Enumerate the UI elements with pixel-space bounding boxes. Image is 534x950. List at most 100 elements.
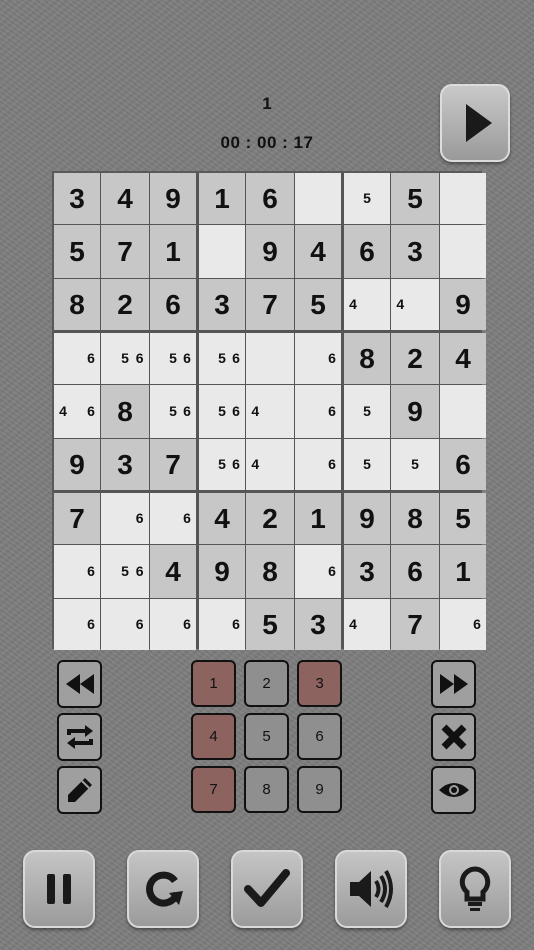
sudoku-cell-candidates[interactable]: 46 <box>54 385 100 438</box>
erase-button[interactable] <box>431 713 476 761</box>
sudoku-cell-candidates[interactable]: 5 <box>344 385 390 438</box>
sudoku-cell-candidates[interactable]: 6 <box>101 599 149 650</box>
pencil-button[interactable] <box>57 766 102 814</box>
number-button-2[interactable]: 2 <box>244 660 289 707</box>
sudoku-cell-given[interactable]: 5 <box>54 225 100 278</box>
sudoku-cell-given[interactable]: 1 <box>199 173 245 224</box>
swap-button[interactable] <box>57 713 102 761</box>
sudoku-cell-given[interactable]: 1 <box>295 493 341 544</box>
number-button-8[interactable]: 8 <box>244 766 289 813</box>
sudoku-cell-given[interactable]: 1 <box>440 545 486 598</box>
sudoku-cell-given[interactable]: 7 <box>391 599 439 650</box>
sudoku-cell-given[interactable]: 5 <box>391 173 439 224</box>
sudoku-cell-candidates[interactable]: 4 <box>344 279 390 330</box>
sudoku-cell-given[interactable]: 9 <box>440 279 486 330</box>
sudoku-cell-candidates[interactable]: 56 <box>199 333 245 384</box>
sudoku-cell-given[interactable]: 9 <box>391 385 439 438</box>
sudoku-cell-candidates[interactable] <box>295 173 341 224</box>
sudoku-cell-given[interactable]: 9 <box>344 493 390 544</box>
sudoku-cell-given[interactable]: 9 <box>150 173 196 224</box>
sudoku-cell-given[interactable]: 3 <box>344 545 390 598</box>
sudoku-cell-given[interactable]: 2 <box>391 333 439 384</box>
sudoku-cell-candidates[interactable]: 6 <box>150 493 196 544</box>
sudoku-cell-given[interactable]: 5 <box>440 493 486 544</box>
sudoku-cell-given[interactable]: 9 <box>54 439 100 490</box>
sudoku-cell-candidates[interactable]: 6 <box>295 545 341 598</box>
sudoku-cell-given[interactable]: 8 <box>344 333 390 384</box>
sudoku-cell-given[interactable]: 4 <box>150 545 196 598</box>
sudoku-cell-given[interactable]: 6 <box>150 279 196 330</box>
next-puzzle-button[interactable] <box>440 84 510 162</box>
sudoku-cell-candidates[interactable]: 4 <box>246 385 294 438</box>
number-button-4[interactable]: 4 <box>191 713 236 760</box>
sudoku-cell-candidates[interactable]: 56 <box>101 333 149 384</box>
sudoku-cell-candidates[interactable] <box>246 333 294 384</box>
sudoku-cell-given[interactable]: 1 <box>150 225 196 278</box>
sudoku-cell-candidates[interactable] <box>440 225 486 278</box>
fast-forward-button[interactable] <box>431 660 476 708</box>
sudoku-cell-given[interactable]: 3 <box>295 599 341 650</box>
number-button-3[interactable]: 3 <box>297 660 342 707</box>
sudoku-cell-given[interactable]: 4 <box>101 173 149 224</box>
sudoku-cell-candidates[interactable]: 56 <box>199 439 245 490</box>
restart-button[interactable] <box>127 850 199 928</box>
sudoku-cell-given[interactable]: 9 <box>199 545 245 598</box>
sudoku-cell-candidates[interactable]: 6 <box>295 333 341 384</box>
sudoku-cell-given[interactable]: 6 <box>440 439 486 490</box>
sudoku-cell-given[interactable]: 6 <box>246 173 294 224</box>
sudoku-cell-given[interactable]: 7 <box>246 279 294 330</box>
sudoku-cell-given[interactable]: 6 <box>391 545 439 598</box>
sudoku-cell-candidates[interactable]: 6 <box>54 333 100 384</box>
pause-button[interactable] <box>23 850 95 928</box>
sudoku-cell-candidates[interactable] <box>440 385 486 438</box>
sudoku-cell-given[interactable]: 3 <box>54 173 100 224</box>
sudoku-cell-candidates[interactable]: 5 <box>344 439 390 490</box>
sudoku-cell-candidates[interactable]: 6 <box>101 493 149 544</box>
sudoku-cell-given[interactable]: 4 <box>295 225 341 278</box>
sudoku-cell-given[interactable]: 8 <box>54 279 100 330</box>
sudoku-cell-candidates[interactable]: 4 <box>391 279 439 330</box>
sudoku-cell-candidates[interactable] <box>440 173 486 224</box>
sudoku-cell-given[interactable]: 3 <box>391 225 439 278</box>
hint-button[interactable] <box>439 850 511 928</box>
sudoku-cell-candidates[interactable]: 6 <box>295 385 341 438</box>
sudoku-cell-candidates[interactable]: 6 <box>54 599 100 650</box>
sudoku-cell-given[interactable]: 3 <box>199 279 245 330</box>
sudoku-cell-candidates[interactable]: 56 <box>101 545 149 598</box>
sudoku-cell-candidates[interactable]: 6 <box>199 599 245 650</box>
sudoku-cell-given[interactable]: 4 <box>440 333 486 384</box>
sudoku-cell-candidates[interactable]: 6 <box>295 439 341 490</box>
sudoku-cell-given[interactable]: 6 <box>344 225 390 278</box>
reveal-button[interactable] <box>431 766 476 814</box>
sudoku-cell-candidates[interactable]: 56 <box>150 333 196 384</box>
number-button-1[interactable]: 1 <box>191 660 236 707</box>
sudoku-cell-given[interactable]: 4 <box>199 493 245 544</box>
sudoku-cell-candidates[interactable]: 56 <box>150 385 196 438</box>
sudoku-cell-given[interactable]: 7 <box>150 439 196 490</box>
check-button[interactable] <box>231 850 303 928</box>
sudoku-cell-given[interactable]: 8 <box>101 385 149 438</box>
number-button-6[interactable]: 6 <box>297 713 342 760</box>
sudoku-cell-candidates[interactable]: 4 <box>246 439 294 490</box>
sudoku-cell-given[interactable]: 8 <box>391 493 439 544</box>
sudoku-cell-given[interactable]: 8 <box>246 545 294 598</box>
sudoku-cell-given[interactable]: 2 <box>246 493 294 544</box>
sound-button[interactable] <box>335 850 407 928</box>
sudoku-cell-candidates[interactable]: 4 <box>344 599 390 650</box>
sudoku-cell-candidates[interactable] <box>199 225 245 278</box>
sudoku-cell-candidates[interactable]: 6 <box>440 599 486 650</box>
sudoku-cell-candidates[interactable]: 5 <box>344 173 390 224</box>
sudoku-cell-candidates[interactable]: 6 <box>150 599 196 650</box>
sudoku-cell-given[interactable]: 2 <box>101 279 149 330</box>
sudoku-cell-candidates[interactable]: 6 <box>54 545 100 598</box>
number-button-9[interactable]: 9 <box>297 766 342 813</box>
sudoku-cell-given[interactable]: 9 <box>246 225 294 278</box>
sudoku-cell-given[interactable]: 3 <box>101 439 149 490</box>
sudoku-cell-given[interactable]: 7 <box>54 493 100 544</box>
number-button-7[interactable]: 7 <box>191 766 236 813</box>
sudoku-cell-given[interactable]: 5 <box>246 599 294 650</box>
sudoku-cell-candidates[interactable]: 56 <box>199 385 245 438</box>
number-button-5[interactable]: 5 <box>244 713 289 760</box>
sudoku-cell-candidates[interactable]: 5 <box>391 439 439 490</box>
rewind-button[interactable] <box>57 660 102 708</box>
